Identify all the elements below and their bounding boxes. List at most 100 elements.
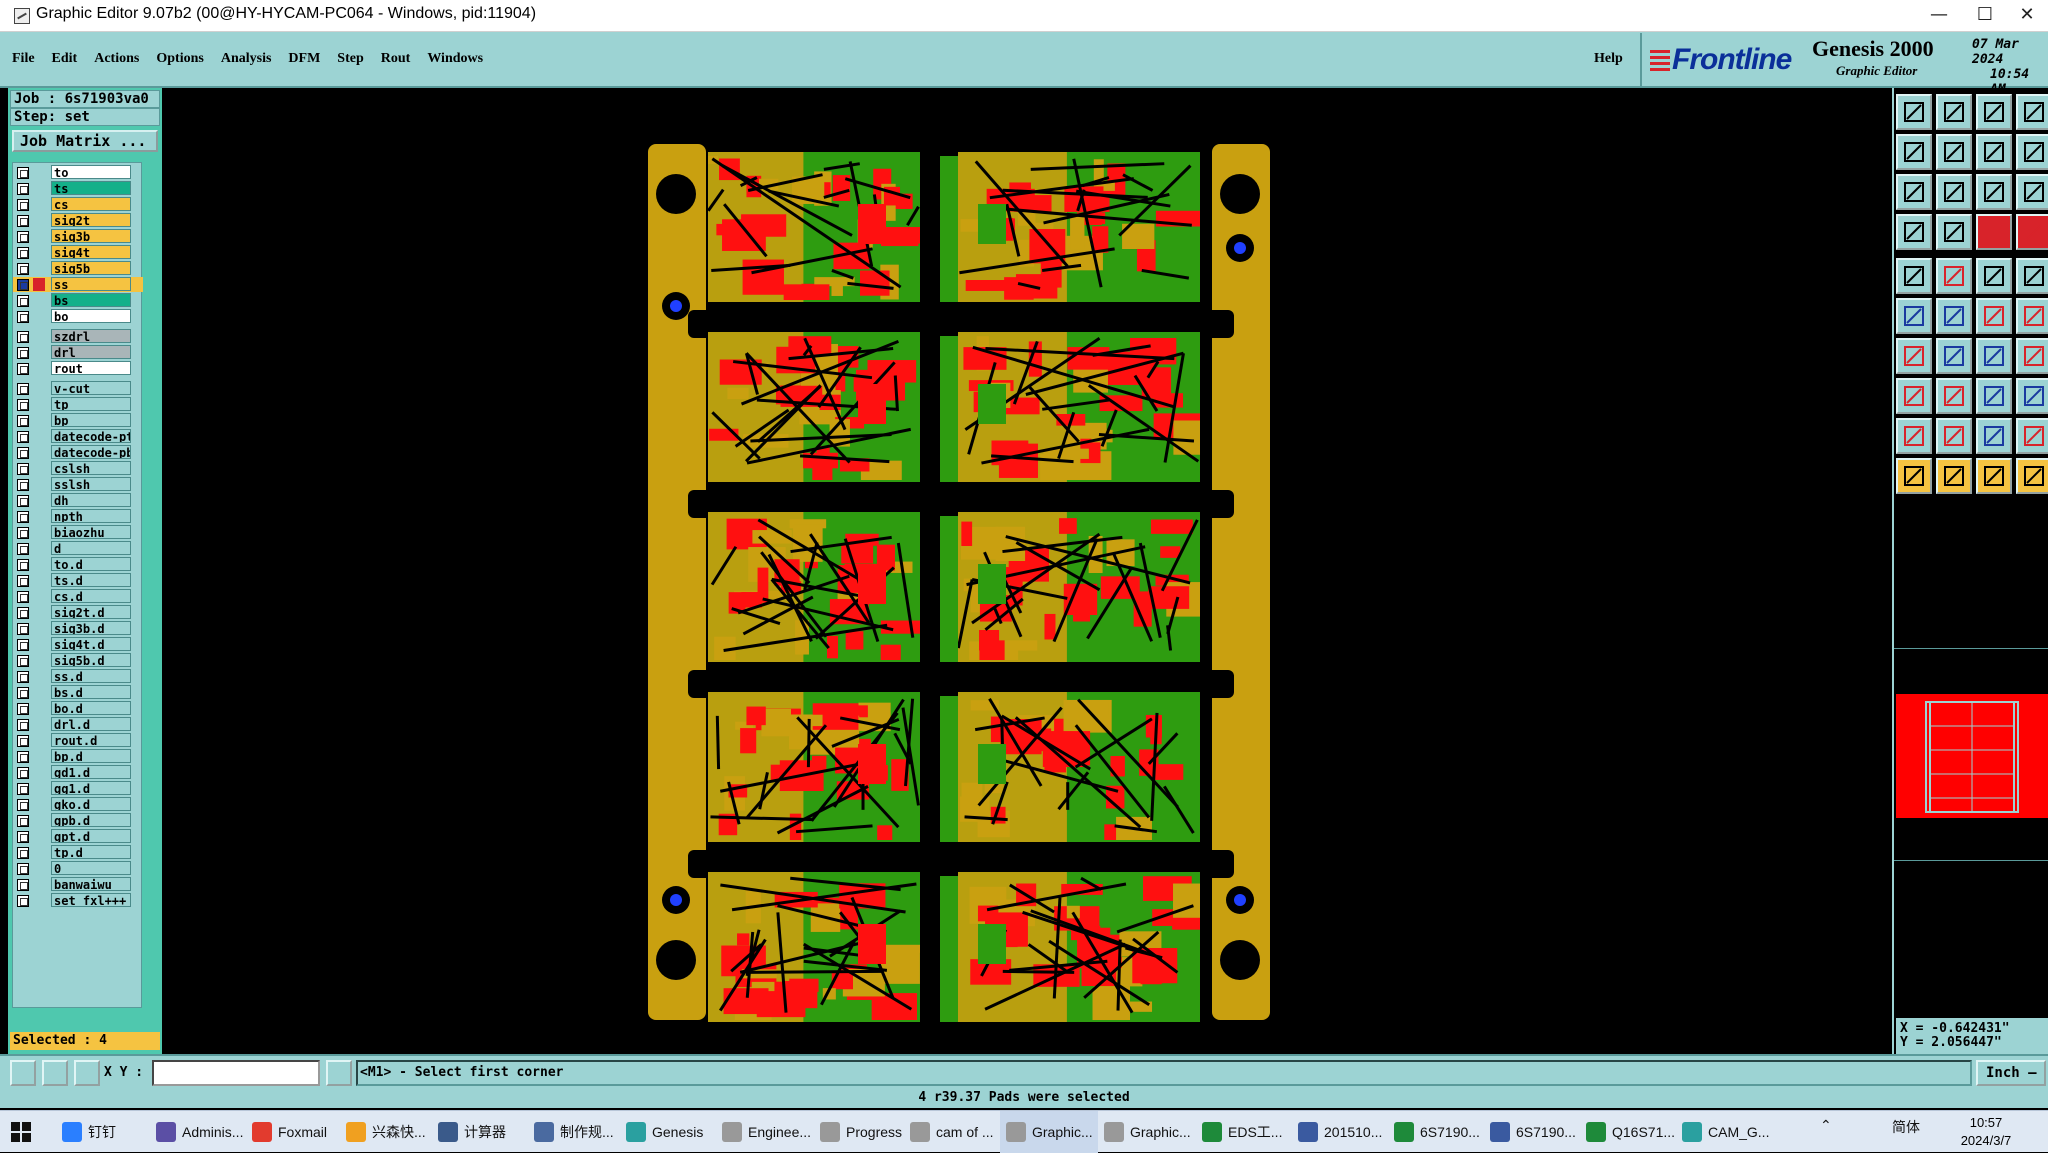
layer-row[interactable]: dh xyxy=(13,493,143,508)
menu-step[interactable]: Step xyxy=(337,51,363,67)
menu-edit[interactable]: Edit xyxy=(52,51,78,67)
layer-name[interactable]: bp.d xyxy=(51,749,131,763)
layer-name[interactable]: ts.d xyxy=(51,573,131,587)
minimize-button[interactable]: — xyxy=(1916,0,1962,32)
layer-name[interactable]: sig2t.d xyxy=(51,605,131,619)
layer-checkbox[interactable] xyxy=(17,559,29,571)
layer-row[interactable]: bs xyxy=(13,293,143,308)
layer-checkbox[interactable] xyxy=(17,167,29,179)
layer-checkbox[interactable] xyxy=(17,703,29,715)
layer-checkbox[interactable] xyxy=(17,623,29,635)
layer-checkbox[interactable] xyxy=(17,607,29,619)
layer-checkbox[interactable] xyxy=(17,639,29,651)
taskbar-item[interactable]: Graphic... xyxy=(1000,1111,1098,1153)
layer-row[interactable]: gko.d xyxy=(13,797,143,812)
layer-name[interactable]: sig3b xyxy=(51,229,131,243)
layer-name[interactable]: tp xyxy=(51,397,131,411)
menu-rout[interactable]: Rout xyxy=(381,51,411,67)
layer-name[interactable]: set_fxl+++ xyxy=(51,893,131,907)
layer-row[interactable]: ss.d xyxy=(13,669,143,684)
layer-checkbox[interactable] xyxy=(17,863,29,875)
layer-checkbox[interactable] xyxy=(17,363,29,375)
layer-row[interactable]: bp.d xyxy=(13,749,143,764)
layer-checkbox[interactable] xyxy=(17,279,29,291)
layer-checkbox[interactable] xyxy=(17,295,29,307)
layer-name[interactable]: npth xyxy=(51,509,131,523)
arc-a-tool-button[interactable] xyxy=(1976,418,2012,454)
layer-name[interactable]: ss.d xyxy=(51,669,131,683)
layer-row[interactable]: sig2t xyxy=(13,213,143,228)
layer-name[interactable]: sig4t.d xyxy=(51,637,131,651)
layer-name[interactable]: sig4t xyxy=(51,245,131,259)
layer-name[interactable]: cs xyxy=(51,197,131,211)
layer-checkbox[interactable] xyxy=(17,687,29,699)
layer-row[interactable]: drl.d xyxy=(13,717,143,732)
layer-name[interactable]: drl xyxy=(51,345,131,359)
layer-name[interactable]: cs.d xyxy=(51,589,131,603)
layer-row[interactable]: sig4t.d xyxy=(13,637,143,652)
layer-row[interactable]: bo.d xyxy=(13,701,143,716)
layer-name[interactable]: gg1.d xyxy=(51,781,131,795)
taskbar-item[interactable]: Enginee... xyxy=(716,1111,814,1153)
layer-row[interactable]: biaozhu xyxy=(13,525,143,540)
xy-input[interactable] xyxy=(152,1060,320,1086)
full-view-tool-button[interactable] xyxy=(2016,94,2048,130)
layer-checkbox[interactable] xyxy=(17,263,29,275)
layer-checkbox[interactable] xyxy=(17,879,29,891)
graphic-canvas[interactable] xyxy=(162,88,1892,1054)
taskbar-clock[interactable]: 10:57 2024/3/7 xyxy=(1956,1114,2016,1150)
layer-row[interactable]: v-cut xyxy=(13,381,143,396)
layer-name[interactable]: ts xyxy=(51,181,131,195)
layer-checkbox[interactable] xyxy=(17,311,29,323)
menu-analysis[interactable]: Analysis xyxy=(221,51,272,67)
pcb-panel-view[interactable] xyxy=(162,88,1892,1054)
surface-shape-tool-button[interactable] xyxy=(2016,378,2048,414)
shot-tool-button[interactable] xyxy=(1896,258,1932,294)
layer-name[interactable]: sig2t xyxy=(51,213,131,227)
layer-name[interactable]: datecode-pb xyxy=(51,445,131,459)
taskbar-item[interactable]: 钉钉 xyxy=(56,1111,150,1153)
node-tool-button[interactable] xyxy=(1976,298,2012,334)
layer-name[interactable]: sig5b.d xyxy=(51,653,131,667)
layer-name[interactable]: datecode-pt xyxy=(51,429,131,443)
overview-map[interactable] xyxy=(1896,694,2048,818)
info-icon[interactable] xyxy=(326,1060,352,1086)
layer-row[interactable]: sig5b xyxy=(13,261,143,276)
layer-row[interactable]: ts xyxy=(13,181,143,196)
slot-tool-button[interactable] xyxy=(1936,378,1972,414)
units-selector[interactable]: Inch — xyxy=(1976,1060,2046,1086)
layer-row[interactable]: rout.d xyxy=(13,733,143,748)
scale-1-2-tool-button[interactable] xyxy=(1976,174,2012,210)
layer-row[interactable]: gg1.d xyxy=(13,781,143,796)
layer-row[interactable]: banwaiwu xyxy=(13,877,143,892)
pan-right-tool-button[interactable] xyxy=(1936,134,1972,170)
layer-checkbox[interactable] xyxy=(17,831,29,843)
layer-name[interactable]: cslsh xyxy=(51,461,131,475)
layer-checkbox[interactable] xyxy=(17,463,29,475)
layer-row[interactable]: sig3b xyxy=(13,229,143,244)
line-a-tool-button[interactable] xyxy=(1936,418,1972,454)
maximize-button[interactable]: ☐ xyxy=(1962,0,2008,32)
layer-checkbox[interactable] xyxy=(17,431,29,443)
arrow-a-tool-button[interactable] xyxy=(1896,418,1932,454)
layer-row[interactable]: bo xyxy=(13,309,143,324)
arc-tool-button[interactable] xyxy=(1976,338,2012,374)
surface-box-tool-button[interactable] xyxy=(1976,378,2012,414)
taskbar-item[interactable]: 6S7190... xyxy=(1484,1111,1580,1153)
snap-grid-tool-button[interactable] xyxy=(1976,214,2012,250)
layer-row[interactable]: sig5b.d xyxy=(13,653,143,668)
layer-row[interactable]: gpb.d xyxy=(13,813,143,828)
taskbar-item[interactable]: 制作规... xyxy=(528,1111,620,1153)
polygon-tool-button[interactable] xyxy=(1936,258,1972,294)
layer-checkbox[interactable] xyxy=(17,527,29,539)
layer-row[interactable]: set_fxl+++ xyxy=(13,893,143,908)
cross-tool-button[interactable] xyxy=(1936,298,1972,334)
measure-icon[interactable] xyxy=(42,1060,68,1086)
layer-row[interactable]: szdrl xyxy=(13,329,143,344)
layer-name[interactable]: gd1.d xyxy=(51,765,131,779)
grid-icon[interactable] xyxy=(74,1060,100,1086)
route-select-tool-button[interactable] xyxy=(2016,458,2048,494)
layer-checkbox[interactable] xyxy=(17,575,29,587)
layer-name[interactable]: szdrl xyxy=(51,329,131,343)
snap-net-tool-button[interactable] xyxy=(2016,214,2048,250)
